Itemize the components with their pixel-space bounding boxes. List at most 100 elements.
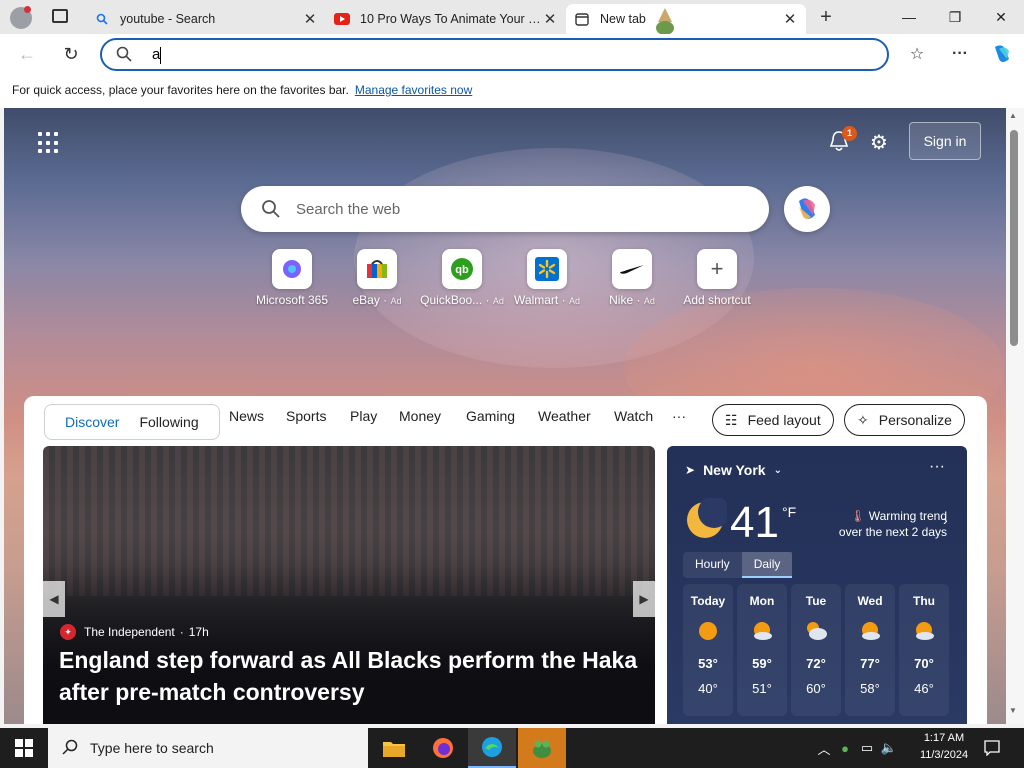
- back-icon[interactable]: ←: [12, 40, 42, 68]
- close-tab-icon[interactable]: ✕: [542, 10, 558, 28]
- carousel-next-button[interactable]: ▶: [633, 581, 655, 617]
- copilot-icon[interactable]: [987, 40, 1017, 68]
- scroll-down-arrow-icon[interactable]: ▼: [1009, 706, 1017, 715]
- game-app-icon[interactable]: [518, 728, 566, 768]
- feed-layout-button[interactable]: ☷ Feed layout: [712, 404, 834, 436]
- shortcut-label: Microsoft 365: [255, 293, 329, 307]
- refresh-icon[interactable]: ↻: [56, 40, 86, 68]
- tab-actions-icon[interactable]: [52, 9, 68, 23]
- minimize-button[interactable]: —: [886, 0, 932, 34]
- shortcut-nike[interactable]: Nike · Ad: [590, 249, 674, 307]
- new-tab-page: 1 ⚙ Sign in Search the web Microsoft 365…: [4, 108, 1006, 724]
- copilot-button[interactable]: [784, 186, 830, 232]
- weather-location[interactable]: ➤ New York ⌄: [685, 462, 782, 478]
- forecast-day[interactable]: Thu 70° 46°: [899, 584, 949, 716]
- nav-watch[interactable]: Watch: [614, 408, 653, 424]
- independent-logo-icon: ✦: [60, 624, 76, 640]
- weather-more-icon[interactable]: ···: [929, 458, 945, 476]
- ad-label: Ad: [390, 296, 402, 306]
- clock-time: 1:17 AM: [923, 732, 965, 744]
- more-menu-icon[interactable]: ···: [945, 40, 975, 68]
- profile-avatar[interactable]: [10, 6, 32, 29]
- location-arrow-icon: ➤: [685, 463, 696, 477]
- restore-button[interactable]: ❐: [932, 0, 978, 34]
- nav-money[interactable]: Money: [399, 408, 441, 424]
- sparkle-icon: ✧: [857, 411, 869, 428]
- personalize-button[interactable]: ✧ Personalize: [844, 404, 965, 436]
- tab-title: youtube - Search: [120, 12, 216, 26]
- favorites-star-icon[interactable]: ☆: [902, 40, 932, 68]
- ad-label: Ad: [643, 296, 655, 306]
- nav-play[interactable]: Play: [350, 408, 377, 424]
- feed-layout-label: Feed layout: [747, 412, 821, 428]
- settings-gear-icon[interactable]: ⚙: [870, 130, 888, 155]
- network-icon[interactable]: ▭: [856, 740, 878, 756]
- close-window-button[interactable]: ✕: [978, 0, 1024, 34]
- start-button[interactable]: [0, 728, 48, 768]
- shortcut-ebay[interactable]: eBay · Ad: [335, 249, 419, 307]
- address-bar[interactable]: a: [100, 38, 889, 71]
- scrollbar-thumb[interactable]: [1010, 130, 1018, 346]
- day-name: Today: [690, 594, 726, 608]
- shortcut-quickbooks[interactable]: qb QuickBoo... · Ad: [420, 249, 504, 307]
- tab-youtube-video[interactable]: 10 Pro Ways To Animate Your Log ✕: [326, 4, 566, 34]
- shortcut-walmart[interactable]: Walmart · Ad: [505, 249, 589, 307]
- tab-following[interactable]: Following: [129, 414, 208, 430]
- close-tab-icon[interactable]: ✕: [782, 10, 798, 28]
- sliders-icon: ☷: [725, 411, 738, 428]
- taskbar-clock[interactable]: 1:17 AM 11/3/2024: [914, 730, 974, 764]
- close-tab-icon[interactable]: ✕: [302, 10, 318, 28]
- chevron-right-icon[interactable]: ›: [943, 512, 948, 528]
- nav-more-icon[interactable]: ···: [672, 408, 686, 424]
- notification-center-icon[interactable]: [978, 728, 1006, 768]
- forecast-day[interactable]: Tue 72° 60°: [791, 584, 841, 716]
- taskbar-search-box[interactable]: Type here to search: [48, 728, 368, 768]
- windows-logo-icon: [15, 739, 33, 757]
- manage-favorites-link[interactable]: Manage favorites now: [355, 83, 472, 97]
- quickbooks-icon: qb: [442, 249, 482, 289]
- shortcut-microsoft-365[interactable]: Microsoft 365: [250, 249, 334, 307]
- hero-article-card[interactable]: ◀ ▶ ✦ The Independent · 17h England step…: [43, 446, 655, 724]
- partly-cloudy-icon: [751, 620, 773, 642]
- carousel-prev-button[interactable]: ◀: [43, 581, 65, 617]
- taskbar-search-placeholder: Type here to search: [90, 740, 214, 756]
- sign-in-button[interactable]: Sign in: [909, 122, 981, 160]
- forecast-day[interactable]: Wed 77° 58°: [845, 584, 895, 716]
- web-search-box[interactable]: Search the web: [241, 186, 769, 232]
- mode-hourly[interactable]: Hourly: [683, 552, 742, 578]
- apps-launcher-icon[interactable]: [38, 132, 60, 154]
- article-headline[interactable]: England step forward as All Blacks perfo…: [59, 644, 649, 708]
- nav-weather[interactable]: Weather: [538, 408, 591, 424]
- shortcut-label: eBay: [352, 293, 380, 307]
- weather-card[interactable]: ➤ New York ⌄ ··· 41 °F 🌡 Warming trend o…: [667, 446, 967, 724]
- edge-icon[interactable]: [468, 728, 516, 768]
- tab-discover[interactable]: Discover: [55, 414, 129, 430]
- nav-gaming[interactable]: Gaming: [466, 408, 515, 424]
- day-high: 70°: [914, 656, 934, 671]
- scroll-up-arrow-icon[interactable]: ▲: [1009, 111, 1017, 120]
- ad-label: Ad: [568, 296, 580, 306]
- shortcut-add[interactable]: + Add shortcut: [675, 249, 759, 307]
- nav-news[interactable]: News: [229, 408, 264, 424]
- article-source: ✦ The Independent · 17h: [60, 624, 209, 640]
- forecast-day[interactable]: Mon 59° 51°: [737, 584, 787, 716]
- copilot-icon: [799, 198, 815, 219]
- search-icon: [62, 739, 78, 758]
- tab-new-tab[interactable]: New tab ✕: [566, 4, 806, 34]
- svg-text:qb: qb: [455, 264, 469, 276]
- file-explorer-icon[interactable]: [370, 728, 418, 768]
- clock-date: 11/3/2024: [919, 749, 969, 761]
- forecast-day[interactable]: Today 53° 40°: [683, 584, 733, 716]
- mode-daily[interactable]: Daily: [741, 552, 793, 578]
- firefox-icon[interactable]: [419, 728, 467, 768]
- new-tab-button[interactable]: +: [814, 4, 838, 30]
- show-hidden-icons-icon[interactable]: ︿: [814, 739, 834, 758]
- weather-trend[interactable]: 🌡 Warming trend over the next 2 days: [827, 508, 947, 540]
- day-low: 58°: [860, 681, 880, 696]
- feed-mode-tabs: Discover Following: [44, 404, 220, 440]
- nav-sports[interactable]: Sports: [286, 408, 326, 424]
- tray-app-icon[interactable]: ●: [834, 741, 856, 756]
- volume-icon[interactable]: 🔈: [878, 740, 900, 756]
- location-name: New York: [703, 462, 766, 478]
- tab-youtube-search[interactable]: youtube - Search ✕: [86, 4, 326, 34]
